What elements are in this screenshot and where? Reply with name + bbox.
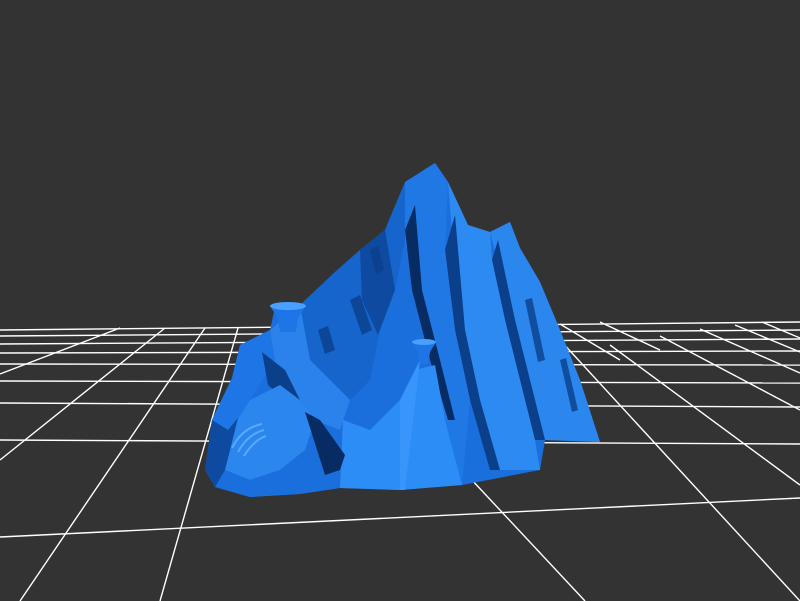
grid-line (659, 335, 800, 411)
grid-line (0, 497, 800, 538)
3d-viewport[interactable] (0, 0, 800, 601)
grid-line (559, 339, 800, 601)
grid-line (599, 321, 661, 351)
mountain-model[interactable] (205, 163, 600, 497)
grid-line (609, 344, 800, 486)
grid-line (469, 477, 586, 601)
scene-canvas[interactable] (0, 0, 800, 601)
grid-line (19, 327, 206, 601)
